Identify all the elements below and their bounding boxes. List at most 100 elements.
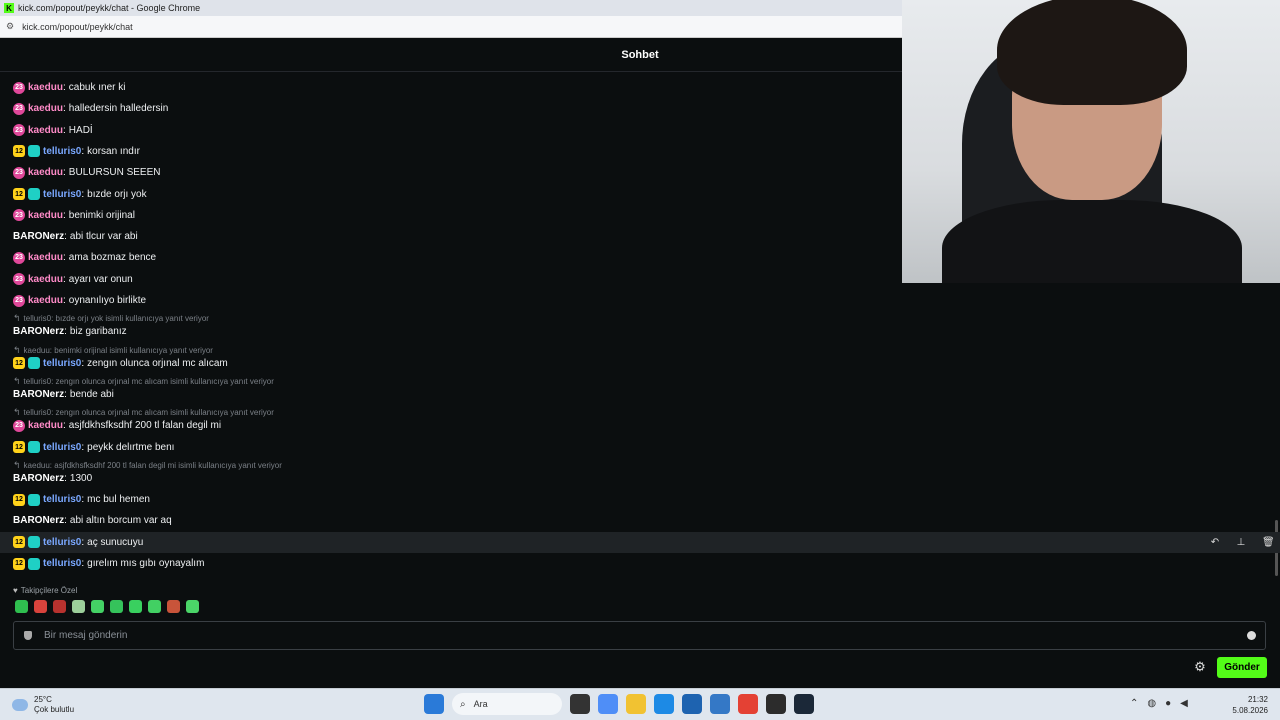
username[interactable]: telluris0 <box>43 494 81 505</box>
chat-message[interactable]: BARONerz: bende abi <box>0 384 1280 405</box>
address-bar[interactable]: ⚙ kick.com/popout/peykk/chat <box>0 16 902 38</box>
chat-message[interactable]: BARONerz: biz garibanız <box>0 321 1280 342</box>
emote-icon[interactable] <box>72 600 85 613</box>
chat-message[interactable]: 12 telluris0: mc bul hemen <box>0 489 1280 510</box>
username[interactable]: BARONerz <box>13 389 64 400</box>
chat-message[interactable]: 23 kaeduu: HADİ <box>0 120 1280 141</box>
weather-widget[interactable]: 25°C Çok bulutlu <box>12 695 74 715</box>
chat-message[interactable]: BARONerz: abi tlcur var abi <box>0 226 1280 247</box>
chat-message[interactable]: 23 kaeduu: ama bozmaz bence <box>0 247 1280 268</box>
network-icon[interactable]: ◍ <box>1147 698 1156 709</box>
subscriber-badge-icon[interactable]: 23 <box>13 419 25 432</box>
username[interactable]: kaeduu <box>28 252 63 263</box>
months-badge-icon[interactable]: 12 <box>13 145 25 158</box>
pin-icon[interactable]: ⊥ <box>1236 537 1246 548</box>
taskbar-clock[interactable]: 21:32 5.08.2026 <box>1232 694 1268 716</box>
chat-message[interactable]: 23 kaeduu: halledersin halledersin <box>0 98 1280 119</box>
username[interactable]: kaeduu <box>28 210 63 221</box>
subscriber-badge-icon[interactable] <box>28 145 40 158</box>
steam-icon[interactable] <box>794 694 814 714</box>
months-badge-icon[interactable]: 12 <box>13 493 25 506</box>
username[interactable]: BARONerz <box>13 515 64 526</box>
chevron-up-icon[interactable]: ⌃ <box>1130 698 1138 709</box>
username[interactable]: telluris0 <box>43 189 81 200</box>
username[interactable]: BARONerz <box>13 326 64 337</box>
chat-message[interactable]: BARONerz:1300 <box>0 468 1280 489</box>
taskbar-search[interactable]: ⌕ Ara <box>452 693 562 715</box>
edge-icon[interactable] <box>654 694 674 714</box>
chat-message[interactable]: 23 kaeduu: ayarı var onun <box>0 269 1280 290</box>
subscriber-badge-icon[interactable] <box>28 536 40 549</box>
store-icon[interactable] <box>682 694 702 714</box>
subscriber-badge-icon[interactable]: 23 <box>13 209 25 222</box>
chat-message[interactable]: 23 kaeduu: cabuk ıner ki <box>0 77 1280 98</box>
chat-input[interactable] <box>44 630 1204 641</box>
emote-icon[interactable] <box>167 600 180 613</box>
subscriber-badge-icon[interactable]: 23 <box>13 81 25 94</box>
subscriber-badge-icon[interactable] <box>28 357 40 370</box>
months-badge-icon[interactable]: 12 <box>13 557 25 570</box>
chat-message[interactable]: BARONerz: abi altın borcum var aq <box>0 510 1280 531</box>
settings-gear-icon[interactable]: ⚙ <box>1193 660 1207 674</box>
subscriber-badge-icon[interactable]: 23 <box>13 102 25 115</box>
speaker-icon[interactable]: ◀ <box>1180 698 1188 709</box>
reply-icon[interactable]: ↶ <box>1210 537 1220 548</box>
subscriber-badge-icon[interactable]: 23 <box>13 294 25 307</box>
username[interactable]: kaeduu <box>28 167 63 178</box>
subscriber-badge-icon[interactable]: 23 <box>13 124 25 137</box>
username[interactable]: kaeduu <box>28 82 63 93</box>
months-badge-icon[interactable]: 12 <box>13 357 25 370</box>
chat-input-box[interactable] <box>13 621 1266 650</box>
months-badge-icon[interactable]: 12 <box>13 441 25 453</box>
username[interactable]: kaeduu <box>28 103 63 114</box>
chat-message[interactable]: 12 telluris0: bızde orjı yok <box>0 184 1280 205</box>
emote-icon[interactable] <box>53 600 66 613</box>
chat-message[interactable]: 12 telluris0: peykk delırtme benı <box>0 437 1280 458</box>
subscriber-badge-icon[interactable] <box>28 557 40 570</box>
microphone-icon[interactable]: ● <box>1165 698 1171 709</box>
subscriber-badge-icon[interactable]: 23 <box>13 166 25 179</box>
username[interactable]: telluris0 <box>43 558 81 569</box>
emote-icon[interactable] <box>148 600 161 613</box>
emote-icon[interactable] <box>110 600 123 613</box>
subscriber-badge-icon[interactable] <box>28 493 40 506</box>
trash-icon[interactable]: 🗑 <box>1262 537 1275 548</box>
file-explorer-icon[interactable] <box>626 694 646 714</box>
subscriber-badge-icon[interactable] <box>28 441 40 453</box>
subscriber-badge-icon[interactable] <box>28 188 40 200</box>
username[interactable]: kaeduu <box>28 420 63 431</box>
subscriber-badge-icon[interactable]: 23 <box>13 251 25 264</box>
chat-message[interactable]: 12 telluris0: zengın olunca orjınal mc alı… <box>0 353 1280 374</box>
username[interactable]: kaeduu <box>28 274 63 285</box>
chat-message[interactable]: 23 kaeduu: BULURSUN SEEEN <box>0 162 1280 183</box>
chat-message[interactable]: 23 kaeduu: oynanılıyo birlikte <box>0 290 1280 311</box>
username[interactable]: telluris0 <box>43 146 81 157</box>
username[interactable]: telluris0 <box>43 537 81 548</box>
copilot-icon[interactable] <box>598 694 618 714</box>
emoji-icon[interactable] <box>1247 631 1256 640</box>
emote-icon[interactable] <box>34 600 47 613</box>
task-view-icon[interactable] <box>570 694 590 714</box>
emote-icon[interactable] <box>129 600 142 613</box>
emote-icon[interactable] <box>91 600 104 613</box>
windows-start-icon[interactable] <box>424 694 444 714</box>
chrome-icon[interactable] <box>738 694 758 714</box>
outlook-icon[interactable] <box>710 694 730 714</box>
chat-message[interactable]: 12 telluris0: gırelım mıs gıbı oynayalım <box>0 553 1280 574</box>
chat-message[interactable]: 23 kaeduu: benimki orijinal <box>0 205 1280 226</box>
url-text[interactable]: kick.com/popout/peykk/chat <box>22 22 133 32</box>
chat-message[interactable]: 12 telluris0: aç sunucuyu ↶ ⊥ 🗑 <box>0 531 1280 553</box>
app-icon[interactable] <box>766 694 786 714</box>
emote-icon[interactable] <box>186 600 199 613</box>
months-badge-icon[interactable]: 12 <box>13 536 25 549</box>
username[interactable]: telluris0 <box>43 358 81 369</box>
emote-icon[interactable] <box>15 600 28 613</box>
months-badge-icon[interactable]: 12 <box>13 188 25 200</box>
username[interactable]: kaeduu <box>28 295 63 306</box>
username[interactable]: telluris0 <box>43 442 81 453</box>
site-info-icon[interactable]: ⚙ <box>6 21 14 32</box>
send-button[interactable]: Gönder <box>1217 657 1267 678</box>
chat-message[interactable]: 23 kaeduu: asjfdkhsfksdhf 200 tl falan deg… <box>0 415 1280 436</box>
username[interactable]: kaeduu <box>28 125 63 136</box>
subscriber-badge-icon[interactable]: 23 <box>13 273 25 286</box>
